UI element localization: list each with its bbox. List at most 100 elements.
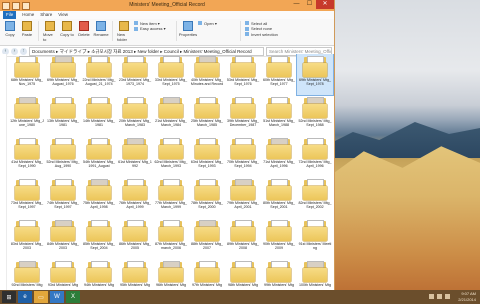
file-item[interactable]: 41st Ministers' Mtg_Sept_1990 (9, 136, 45, 177)
tab-file[interactable]: File (3, 11, 17, 19)
file-item[interactable]: 91st Ministers' Meeting (297, 218, 333, 259)
file-item[interactable]: 53rd Ministers' Mtg_Sept_1976 (225, 54, 261, 95)
file-item[interactable]: 23rd Ministers' Mtg_1973_1974 (117, 54, 153, 95)
folder-icon (15, 97, 39, 118)
file-item[interactable]: 97th Ministers' Mtg (189, 259, 225, 290)
file-item[interactable]: 75th Ministers' Mtg_April_1998 (81, 177, 117, 218)
invert-selection-button[interactable]: Invert selection (245, 32, 283, 37)
maximize-button[interactable]: ☐ (303, 0, 316, 9)
file-item[interactable]: 33rd Ministers' Mtg_Sept_1975 (153, 54, 189, 95)
file-item[interactable]: 71st Ministers' Mtg_April_1996 (261, 136, 297, 177)
file-item[interactable]: 79th Ministers' Mtg_April_2001 (225, 177, 261, 218)
file-item[interactable]: 94th Ministers' Mtg (81, 259, 117, 290)
easy-access-button[interactable]: Easy access ▾ (134, 26, 172, 31)
file-item[interactable]: 87th Ministers' Mtg_march_2006 (153, 218, 189, 259)
minimize-button[interactable]: — (290, 0, 303, 9)
new-item-button[interactable]: New item ▾ (134, 21, 172, 26)
file-item[interactable]: 80th Ministers' Mtg_Sept_2001 (261, 177, 297, 218)
file-item[interactable]: 93rd Ministers' Mtg (45, 259, 81, 290)
file-item[interactable]: 39th Ministers' Mtg_December_1987 (225, 95, 261, 136)
select-none-button[interactable]: Select none (245, 26, 283, 31)
file-item[interactable]: 63rd Ministers' Mtg_Sept_1993 (189, 136, 225, 177)
open-button[interactable]: Open ▾ (198, 21, 236, 26)
copy-button[interactable]: Copy (3, 21, 17, 37)
navigation-pane[interactable] (0, 54, 7, 290)
file-item[interactable]: 62nd Ministers' Mtg_March_1993 (153, 136, 189, 177)
file-item[interactable]: 76th Ministers' Mtg_April_1999 (117, 177, 153, 218)
file-item[interactable]: 14th Ministers' Mtg_1981 (81, 95, 117, 136)
file-item[interactable]: 61st Ministers' Mtg_1992 (117, 136, 153, 177)
select-group: Select all Select none Invert selection (245, 21, 287, 41)
file-item[interactable]: 68th Ministers' Mtg_Nov_1975 (9, 54, 45, 95)
file-item[interactable]: 69th Ministers' Mtg_August_1976 (45, 54, 81, 95)
select-all-button[interactable]: Select all (245, 21, 283, 26)
file-label: 52nd Ministers' Mtg_Aug_1990 (46, 160, 80, 169)
word-icon[interactable]: W (50, 291, 64, 303)
file-item[interactable]: 20th Ministers' Mtg_March_1983 (117, 95, 153, 136)
file-item[interactable]: 78th Ministers' Mtg_Sept_2000 (189, 177, 225, 218)
properties-button[interactable]: Properties (179, 21, 197, 37)
file-item[interactable]: 100th Ministers' Mtg (297, 259, 333, 290)
file-label: 75th Ministers' Mtg_April_1998 (82, 201, 116, 210)
new-folder-button[interactable]: New folder (117, 21, 131, 42)
folder-icon (231, 261, 255, 282)
folder-icon (15, 138, 39, 159)
open-options: Open ▾ (198, 21, 236, 26)
file-item[interactable]: 69th Ministers' Mtg_Sept_1978 (296, 54, 334, 96)
file-item[interactable]: 70th Ministers' Mtg_Sept_1994 (225, 136, 261, 177)
tab-view[interactable]: View (58, 11, 68, 19)
file-item[interactable]: 73rd Ministers' Mtg_Sept_1997 (9, 177, 45, 218)
file-item[interactable]: 89th Ministers' Mtg_2008 (225, 218, 261, 259)
folder-icon (267, 220, 291, 241)
file-item[interactable]: 52nd Ministers' Mtg_Aug_1990 (45, 136, 81, 177)
file-item[interactable]: 99th Ministers' Mtg (261, 259, 297, 290)
internet-explorer-icon[interactable]: e (18, 291, 32, 303)
file-item[interactable]: 86th Ministers' Mtg_2005 (117, 218, 153, 259)
volume-icon[interactable] (437, 294, 442, 299)
file-item[interactable]: 95th Ministers' Mtg (117, 259, 153, 290)
file-item[interactable]: 96th Ministers' Mtg (153, 259, 189, 290)
battery-icon[interactable] (445, 294, 450, 299)
file-item[interactable]: 13th Ministers' Mtg_1981 (45, 95, 81, 136)
tab-home[interactable]: Home (22, 11, 34, 19)
file-item[interactable]: 25th Ministers' Mtg_March_1985 (189, 95, 225, 136)
start-button[interactable]: ⊞ (2, 291, 16, 303)
file-item[interactable]: 92nd Ministers' Mtg (9, 259, 45, 290)
file-label: 84th Ministers' Mtg_2003 (46, 242, 80, 251)
folder-icon (195, 220, 219, 241)
file-label: 88th Ministers' Mtg_2007 (190, 242, 224, 251)
file-item[interactable]: 12th Ministers' Mtg_June_1980 (9, 95, 45, 136)
paste-button[interactable]: Paste (20, 21, 34, 37)
new-options: New item ▾ Easy access ▾ (134, 21, 172, 31)
file-item[interactable]: 60th Ministers' Mtg_Sept_1977 (261, 54, 297, 95)
file-item[interactable]: 72nd Ministers' Mtg_April_1996 (297, 136, 333, 177)
close-button[interactable]: ✕ (316, 0, 334, 9)
file-item[interactable]: 40th Ministers' Mtg_Minutes and Record (189, 54, 225, 95)
network-icon[interactable] (429, 294, 434, 299)
file-item[interactable]: 52nd Ministers' Mtg_Sept_1988 (297, 95, 333, 136)
file-item[interactable]: 82nd Ministers' Mtg_Sept_2002 (297, 177, 333, 218)
file-item[interactable]: 21st Ministers' Mtg_March_1984 (153, 95, 189, 136)
title-bar[interactable]: Ministers' Meeting_Official Record — ☐ ✕ (0, 0, 334, 11)
delete-button[interactable]: Delete (77, 21, 91, 37)
file-item[interactable]: 88th Ministers' Mtg_2007 (189, 218, 225, 259)
file-item[interactable]: 83rd Ministers' Mtg_2003 (9, 218, 45, 259)
file-item[interactable]: 90th Ministers' Mtg_2009 (261, 218, 297, 259)
folder-icon (303, 97, 327, 118)
file-item[interactable]: 85th Ministers' Mtg_Sept_2004 (81, 218, 117, 259)
file-item[interactable]: 51st Ministers' Mtg_March_1988 (261, 95, 297, 136)
file-item[interactable]: 74th Ministers' Mtg_Sept_1997 (45, 177, 81, 218)
file-item[interactable]: 84th Ministers' Mtg_2003 (45, 218, 81, 259)
move-to-button[interactable]: Move to (43, 21, 57, 42)
file-item[interactable]: 54th Ministers' Mtg_1991_August (81, 136, 117, 177)
file-item[interactable]: 22nd Ministers' Mtg_August_21_1974 (81, 54, 117, 95)
rename-button[interactable]: Rename (93, 21, 109, 37)
file-label: 92nd Ministers' Mtg (11, 283, 43, 287)
copy-to-button[interactable]: Copy to (60, 21, 74, 37)
file-item[interactable]: 77th Ministers' Mtg_March_1999 (153, 177, 189, 218)
clock[interactable]: 9:07 AM 2/21/2014 (458, 291, 476, 303)
excel-icon[interactable]: X (66, 291, 80, 303)
file-explorer-icon[interactable]: ▭ (34, 291, 48, 303)
file-item[interactable]: 98th Ministers' Mtg (225, 259, 261, 290)
tab-share[interactable]: Share (40, 11, 52, 19)
